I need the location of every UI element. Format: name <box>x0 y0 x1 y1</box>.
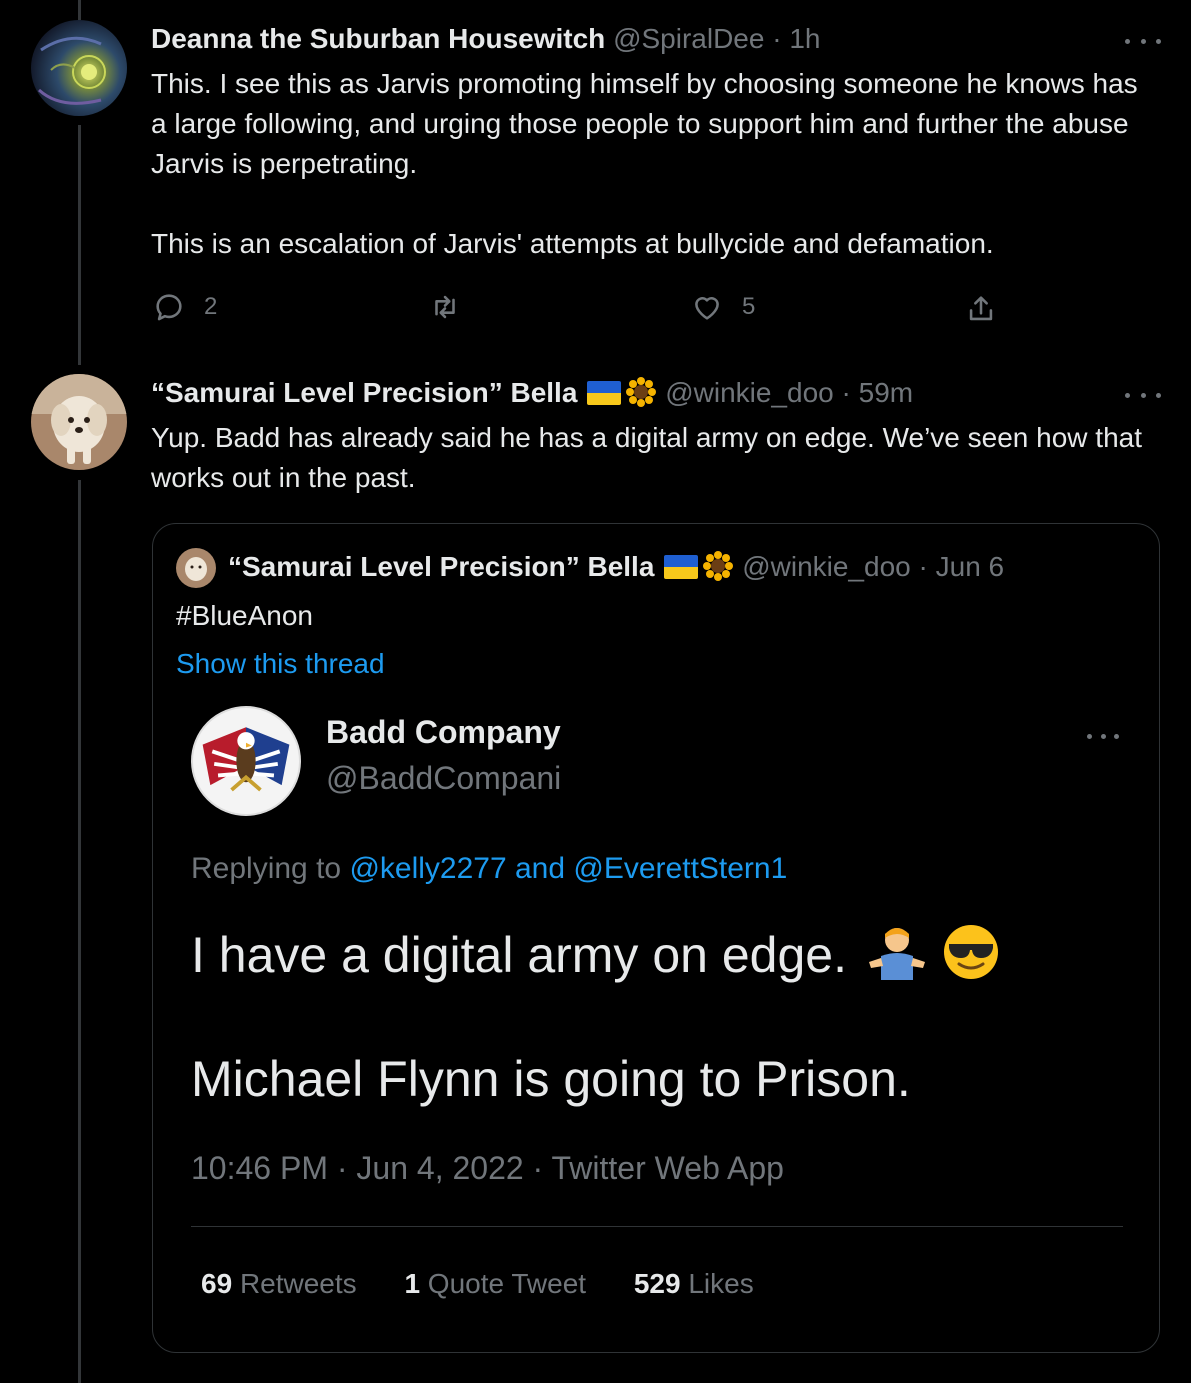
show-thread-link[interactable]: Show this thread <box>176 644 385 684</box>
like-icon <box>695 297 719 320</box>
tweet1-share-button[interactable] <box>964 292 998 326</box>
quotes-label: Quote Tweet <box>427 1268 587 1299</box>
avatar-spiraldee[interactable] <box>31 20 127 116</box>
screenshot-more-icon <box>1087 730 1119 742</box>
tweet2-text: Yup. Badd has already said he has a digi… <box>151 422 1143 493</box>
sunflower-icon <box>626 377 657 407</box>
retweets-stat: 69 Retweets <box>201 1268 357 1299</box>
thread-line-middle <box>78 125 81 365</box>
avatar-winkie-doo[interactable] <box>31 374 127 470</box>
quoted-time: Jun 6 <box>935 551 1005 582</box>
share-icon <box>969 296 993 321</box>
badd-company-handle: @BaddCompani <box>326 760 562 796</box>
tweet2-display-name[interactable]: “Samurai Level Precision” Bella <box>151 377 577 408</box>
reply-icon <box>156 294 182 321</box>
tweet1-separator: · <box>772 23 782 54</box>
quotes-count: 1 <box>404 1268 421 1299</box>
retweets-count: 69 <box>201 1268 233 1299</box>
reply-user-everett: @EverettStern1 <box>573 852 788 885</box>
ukraine-flag-icon <box>587 381 622 405</box>
reply-and: and <box>515 852 566 885</box>
tweet1-time[interactable]: 1h <box>789 23 820 54</box>
tweet1-like-count: 5 <box>742 293 756 320</box>
screenshot-line1: I have a digital army on edge. <box>191 922 1001 984</box>
tweet2-handle[interactable]: @winkie_doo <box>665 377 834 408</box>
quoted-handle: @winkie_doo <box>742 551 911 582</box>
screenshot-line1-text: I have a digital army on edge. <box>191 927 847 983</box>
tweet2-more-icon[interactable] <box>1125 389 1161 401</box>
shrug-emoji <box>868 928 925 980</box>
replying-prefix: Replying to <box>191 852 342 885</box>
tweet1-reply-count: 2 <box>204 293 218 320</box>
tweet1-reply-button[interactable]: 2 <box>152 290 217 324</box>
reply-user-kelly: @kelly2277 <box>349 852 507 885</box>
tweet2-time[interactable]: 59m <box>859 377 913 408</box>
sunflower-icon <box>703 551 734 581</box>
tweet1-handle[interactable]: @SpiralDee <box>613 23 764 54</box>
likes-count: 529 <box>633 1268 681 1299</box>
ukraine-flag-icon <box>664 555 699 579</box>
replying-to-line: Replying to @kelly2277 and @EverettStern… <box>191 852 787 886</box>
tweet1-retweet-button[interactable] <box>428 290 462 324</box>
quoted-text: #BlueAnon <box>176 600 314 631</box>
thread-line-top <box>78 0 81 20</box>
tweet1-like-button[interactable]: 5 <box>690 290 755 324</box>
quoted-display-name: “Samurai Level Precision” Bella <box>228 551 655 582</box>
thread-line-bottom <box>78 480 81 1383</box>
quotes-stat: 1 Quote Tweet <box>404 1268 586 1299</box>
tweet2-separator: · <box>841 377 851 408</box>
retweet-icon <box>435 295 455 319</box>
screenshot-timestamp: 10:46 PM · Jun 4, 2022 · Twitter Web App <box>191 1150 784 1186</box>
tweet1-text: This. I see this as Jarvis promoting him… <box>151 68 1138 259</box>
quoted-avatar <box>176 548 216 588</box>
screenshot-line2: Michael Flynn is going to Prison. <box>191 1051 911 1107</box>
screenshot-divider <box>191 1226 1123 1227</box>
tweet2-header: “Samurai Level Precision” Bella @winkie_… <box>151 375 913 411</box>
quoted-separator: · <box>918 551 928 582</box>
badd-company-avatar <box>191 706 301 816</box>
quoted-header: “Samurai Level Precision” Bella @winkie_… <box>228 549 1004 585</box>
sunglasses-emoji <box>943 925 998 979</box>
tweet1-more-icon[interactable] <box>1125 35 1161 47</box>
retweets-label: Retweets <box>239 1268 357 1299</box>
likes-label: Likes <box>688 1268 754 1299</box>
likes-stat: 529 Likes <box>634 1268 754 1299</box>
tweet1-header: Deanna the Suburban Housewitch @SpiralDe… <box>151 21 820 57</box>
badd-company-name: Badd Company <box>326 714 561 750</box>
tweet1-display-name[interactable]: Deanna the Suburban Housewitch <box>151 23 605 54</box>
screenshot-stats: 69 Retweets 1 Quote Tweet 529 Likes <box>201 1268 754 1300</box>
